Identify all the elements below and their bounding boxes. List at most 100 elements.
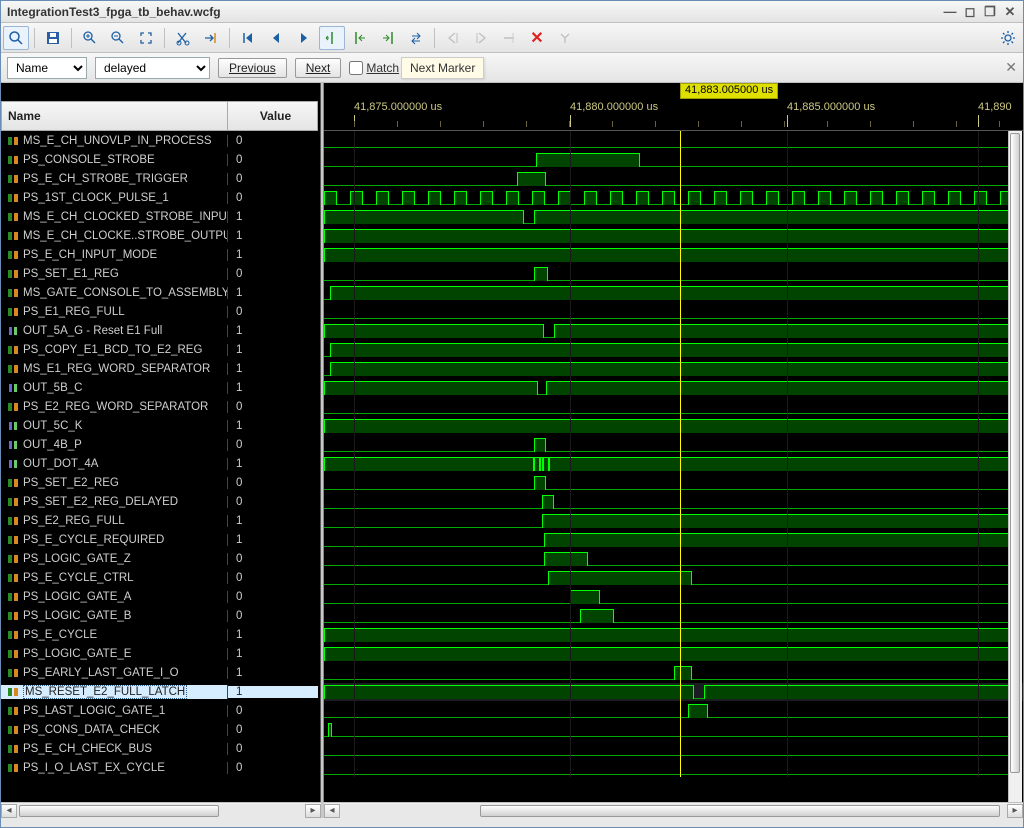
remove-icon[interactable]: [496, 26, 522, 50]
waveform-row[interactable]: [324, 340, 1023, 359]
match-case-checkbox[interactable]: [349, 61, 363, 75]
zoom-in-icon[interactable]: [77, 26, 103, 50]
signal-row[interactable]: MS_E_CH_UNOVLP_IN_PROCESS0: [1, 131, 320, 150]
signal-row[interactable]: PS_EARLY_LAST_GATE_I_O1: [1, 663, 320, 682]
signal-row[interactable]: PS_LOGIC_GATE_A0: [1, 587, 320, 606]
waveform-row[interactable]: [324, 264, 1023, 283]
cursor-line[interactable]: [680, 131, 681, 777]
signal-row[interactable]: PS_E_CYCLE_CTRL0: [1, 568, 320, 587]
signal-row[interactable]: MS_E1_REG_WORD_SEPARATOR1: [1, 359, 320, 378]
signal-row[interactable]: OUT_5A_G - Reset E1 Full1: [1, 321, 320, 340]
signal-row[interactable]: PS_1ST_CLOCK_PULSE_10: [1, 188, 320, 207]
hscroll-thumb[interactable]: [480, 805, 1000, 817]
waveform-row[interactable]: [324, 378, 1023, 397]
delete-icon[interactable]: ✕: [524, 26, 550, 50]
signal-row[interactable]: PS_COPY_E1_BCD_TO_E2_REG1: [1, 340, 320, 359]
waveform-row[interactable]: [324, 131, 1023, 150]
signal-row[interactable]: PS_CONS_DATA_CHECK0: [1, 720, 320, 739]
signal-table[interactable]: MS_E_CH_UNOVLP_IN_PROCESS0PS_CONSOLE_STR…: [1, 131, 320, 777]
scroll-left-button[interactable]: ◂: [324, 804, 340, 818]
waveform-row[interactable]: [324, 511, 1023, 530]
scroll-right-button[interactable]: ▸: [305, 804, 321, 818]
swap-cursors-icon[interactable]: [403, 26, 429, 50]
value-column-header[interactable]: Value: [228, 101, 318, 131]
waveform-row[interactable]: [324, 549, 1023, 568]
signal-row[interactable]: MS_E_CH_CLOCKED_STROBE_INPUT1: [1, 207, 320, 226]
signal-row[interactable]: OUT_5B_C1: [1, 378, 320, 397]
waveform-row[interactable]: [324, 739, 1023, 758]
waveform-row[interactable]: [324, 625, 1023, 644]
signal-row[interactable]: PS_SET_E2_REG_DELAYED0: [1, 492, 320, 511]
move-right-icon[interactable]: [468, 26, 494, 50]
go-start-icon[interactable]: [235, 26, 261, 50]
waveform-row[interactable]: [324, 359, 1023, 378]
waveform-row[interactable]: [324, 701, 1023, 720]
waveform-row[interactable]: [324, 568, 1023, 587]
zoom-out-icon[interactable]: [105, 26, 131, 50]
vertical-scrollbar[interactable]: [1008, 131, 1022, 802]
cursor-time-label[interactable]: 41,883.005000 us: [680, 83, 778, 99]
minimize-icon[interactable]: —: [943, 4, 957, 20]
waveform-row[interactable]: [324, 302, 1023, 321]
left-hscrollbar[interactable]: ◂ ▸: [1, 802, 321, 818]
signal-row[interactable]: PS_LOGIC_GATE_B0: [1, 606, 320, 625]
waveform-rows[interactable]: [324, 131, 1023, 777]
signal-row[interactable]: PS_LOGIC_GATE_E1: [1, 644, 320, 663]
waveform-row[interactable]: [324, 188, 1023, 207]
zoom-fit-icon[interactable]: [133, 26, 159, 50]
signal-row[interactable]: MS_E_CH_CLOCKE..STROBE_OUTPUT1: [1, 226, 320, 245]
search-query-select[interactable]: delayed: [95, 57, 210, 79]
restore-icon[interactable]: ❐: [983, 4, 997, 20]
scroll-left-button[interactable]: ◂: [1, 804, 17, 818]
waveform-row[interactable]: [324, 720, 1023, 739]
signal-row[interactable]: PS_E2_REG_WORD_SEPARATOR0: [1, 397, 320, 416]
vscroll-thumb[interactable]: [1010, 133, 1020, 773]
waveform-row[interactable]: [324, 283, 1023, 302]
move-left-icon[interactable]: [440, 26, 466, 50]
signal-row[interactable]: PS_E_CH_STROBE_TRIGGER0: [1, 169, 320, 188]
signal-row[interactable]: PS_CONSOLE_STROBE0: [1, 150, 320, 169]
close-search-icon[interactable]: ✕: [1005, 59, 1017, 76]
search-scope-select[interactable]: Name: [7, 57, 87, 79]
signal-row[interactable]: PS_I_O_LAST_EX_CYCLE0: [1, 758, 320, 777]
name-column-header[interactable]: Name: [1, 101, 228, 131]
signal-row[interactable]: OUT_DOT_4A1: [1, 454, 320, 473]
waveform-row[interactable]: [324, 435, 1023, 454]
waveform-pane[interactable]: 41,883.005000 us 41,875.000000 us41,880.…: [324, 83, 1023, 802]
waveform-row[interactable]: [324, 454, 1023, 473]
signal-row[interactable]: PS_E_CYCLE_REQUIRED1: [1, 530, 320, 549]
time-ruler[interactable]: 41,875.000000 us41,880.000000 us41,885.0…: [324, 101, 1023, 131]
search-next-button[interactable]: Next: [295, 58, 342, 78]
signal-row[interactable]: MS_RESET_E2_FULL_LATCH1: [1, 682, 320, 701]
signal-row[interactable]: PS_LOGIC_GATE_Z0: [1, 549, 320, 568]
signal-row[interactable]: OUT_4B_P0: [1, 435, 320, 454]
signal-row[interactable]: PS_E_CH_CHECK_BUS0: [1, 739, 320, 758]
waveform-row[interactable]: [324, 606, 1023, 625]
waveform-row[interactable]: [324, 682, 1023, 701]
signal-row[interactable]: OUT_5C_K1: [1, 416, 320, 435]
waveform-row[interactable]: [324, 416, 1023, 435]
signal-row[interactable]: PS_SET_E2_REG0: [1, 473, 320, 492]
scroll-right-button[interactable]: ▸: [1007, 804, 1023, 818]
cut-icon[interactable]: [170, 26, 196, 50]
signal-row[interactable]: PS_E1_REG_FULL0: [1, 302, 320, 321]
save-icon[interactable]: [40, 26, 66, 50]
waveform-row[interactable]: [324, 397, 1023, 416]
waveform-row[interactable]: [324, 245, 1023, 264]
add-marker-icon[interactable]: [319, 26, 345, 50]
signal-row[interactable]: PS_E_CYCLE1: [1, 625, 320, 644]
signal-row[interactable]: PS_E2_REG_FULL1: [1, 511, 320, 530]
waveform-row[interactable]: [324, 150, 1023, 169]
go-to-cursor-icon[interactable]: [198, 26, 224, 50]
waveform-row[interactable]: [324, 207, 1023, 226]
waveform-row[interactable]: [324, 226, 1023, 245]
signal-row[interactable]: PS_E_CH_INPUT_MODE1: [1, 245, 320, 264]
waveform-row[interactable]: [324, 169, 1023, 188]
search-icon[interactable]: [3, 26, 29, 50]
link-icon[interactable]: [552, 26, 578, 50]
waveform-row[interactable]: [324, 587, 1023, 606]
signal-row[interactable]: MS_GATE_CONSOLE_TO_ASSEMBLY1: [1, 283, 320, 302]
next-marker-icon[interactable]: [375, 26, 401, 50]
prev-marker-icon[interactable]: [347, 26, 373, 50]
settings-icon[interactable]: [995, 26, 1021, 50]
